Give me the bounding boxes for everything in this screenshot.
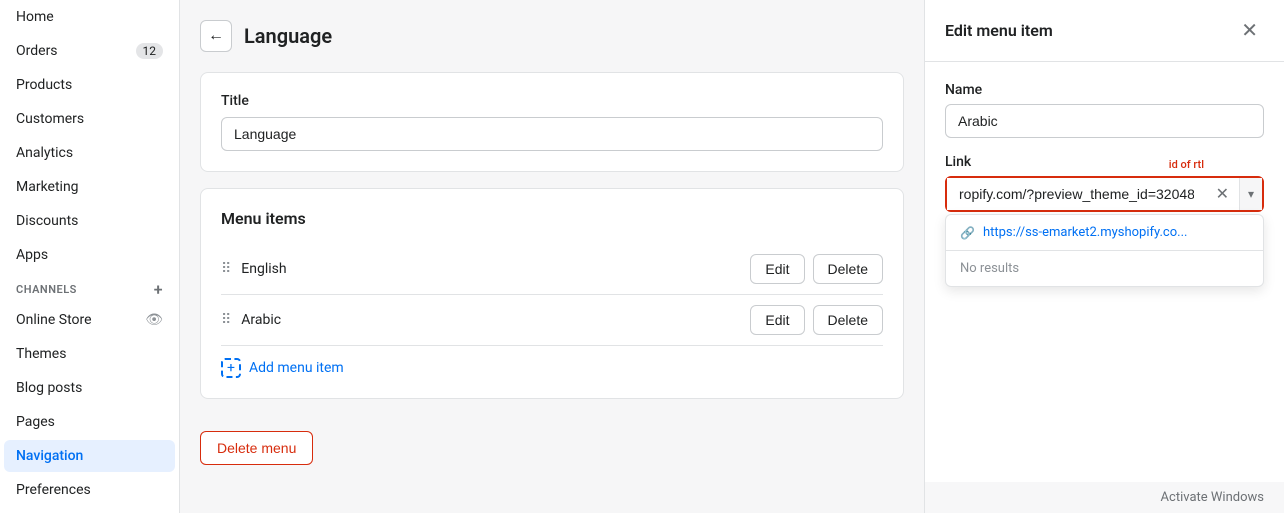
delete-arabic-button[interactable]: Delete [813, 305, 883, 335]
sidebar-item-products[interactable]: Products [4, 69, 175, 101]
edit-panel: Edit menu item ✕ Name Link id of rtl ✕ ▾… [924, 0, 1284, 513]
sidebar-item-pages[interactable]: Pages [4, 406, 175, 438]
edit-panel-body: Name Link id of rtl ✕ ▾ 🔗 https://ss-ema… [925, 62, 1284, 248]
menu-items-heading: Menu items [221, 209, 883, 228]
link-input-wrapper: ✕ ▾ [945, 176, 1264, 212]
sidebar-item-label: Blog posts [16, 380, 82, 396]
link-dropdown-arrow[interactable]: ▾ [1239, 178, 1262, 210]
sidebar-item-label: Discounts [16, 213, 78, 229]
edit-panel-header: Edit menu item ✕ [925, 0, 1284, 62]
sidebar-item-home[interactable]: Home [4, 1, 175, 33]
page-title: Language [244, 24, 332, 48]
menu-items-card: Menu items ⠿ English Edit Delete ⠿ Arabi… [200, 188, 904, 399]
sidebar-item-marketing[interactable]: Marketing [4, 171, 175, 203]
dropdown-url: https://ss-emarket2.myshopify.co... [983, 225, 1187, 240]
sidebar-item-label: Navigation [16, 448, 83, 464]
sidebar-item-orders[interactable]: Orders 12 [4, 35, 175, 67]
back-button[interactable]: ← [200, 20, 232, 52]
name-label: Name [945, 82, 1264, 98]
add-menu-item-label: Add menu item [249, 360, 344, 376]
sidebar-item-label: Preferences [16, 482, 91, 498]
sidebar-item-label: Analytics [16, 145, 73, 161]
link-input[interactable] [947, 178, 1206, 210]
external-link-icon: 🔗 [960, 226, 975, 240]
drag-handle-icon[interactable]: ⠿ [221, 312, 231, 328]
name-field-group: Name [945, 82, 1264, 138]
title-card: Title [200, 72, 904, 172]
title-card-label: Title [221, 93, 883, 109]
link-field-group: Link id of rtl ✕ ▾ 🔗 https://ss-emarket2… [945, 154, 1264, 212]
sidebar-item-label: Home [16, 9, 54, 25]
delete-menu-button[interactable]: Delete menu [200, 431, 313, 465]
sidebar: Home Orders 12 Products Customers Analyt… [0, 0, 180, 513]
activate-windows-bar: Activate Windows [925, 482, 1284, 513]
sidebar-item-online-store[interactable]: Online Store 👁 [4, 304, 175, 336]
add-channel-icon[interactable]: + [154, 280, 163, 299]
sidebar-item-blog-posts[interactable]: Blog posts [4, 372, 175, 404]
menu-item-arabic-actions: Edit Delete [750, 305, 883, 335]
sidebar-item-label: Products [16, 77, 72, 93]
sidebar-item-label: Orders [16, 43, 58, 59]
link-clear-button[interactable]: ✕ [1206, 178, 1239, 210]
activate-windows-text: Activate Windows [1161, 490, 1264, 505]
name-input[interactable] [945, 104, 1264, 138]
no-results-text: No results [946, 251, 1263, 286]
menu-item-english: ⠿ English [221, 261, 287, 277]
sidebar-item-themes[interactable]: Themes [4, 338, 175, 370]
link-dropdown: 🔗 https://ss-emarket2.myshopify.co... No… [945, 214, 1264, 287]
link-container: id of rtl ✕ ▾ 🔗 https://ss-emarket2.mysh… [945, 176, 1264, 212]
sidebar-item-label: Themes [16, 346, 66, 362]
menu-item-arabic: ⠿ Arabic [221, 312, 281, 328]
link-dropdown-item[interactable]: 🔗 https://ss-emarket2.myshopify.co... [946, 215, 1263, 251]
sidebar-item-preferences[interactable]: Preferences [4, 474, 175, 506]
add-menu-item-icon: + [221, 358, 241, 378]
sidebar-item-label: Marketing [16, 179, 79, 195]
page-header: ← Language [200, 20, 904, 52]
main-content: ← Language Title Menu items ⠿ English Ed… [180, 0, 924, 513]
id-of-rtl-label: id of rtl [1169, 158, 1204, 171]
sidebar-item-label: Pages [16, 414, 55, 430]
back-arrow-icon: ← [208, 27, 224, 45]
sidebar-item-label: Customers [16, 111, 84, 127]
close-edit-panel-button[interactable]: ✕ [1235, 16, 1264, 45]
link-label: Link [945, 154, 1264, 170]
sidebar-item-discounts[interactable]: Discounts [4, 205, 175, 237]
menu-item-name: Arabic [241, 312, 281, 328]
add-menu-item-button[interactable]: + Add menu item [221, 346, 883, 378]
online-store-label: Online Store [16, 312, 92, 328]
delete-english-button[interactable]: Delete [813, 254, 883, 284]
edit-english-button[interactable]: Edit [750, 254, 804, 284]
sidebar-item-analytics[interactable]: Analytics [4, 137, 175, 169]
drag-handle-icon[interactable]: ⠿ [221, 261, 231, 277]
title-input[interactable] [221, 117, 883, 151]
channels-header: CHANNELS + [0, 272, 179, 303]
sidebar-item-apps[interactable]: Apps [4, 239, 175, 271]
edit-arabic-button[interactable]: Edit [750, 305, 804, 335]
eye-icon: 👁 [145, 312, 163, 328]
sidebar-item-navigation[interactable]: Navigation [4, 440, 175, 472]
table-row: ⠿ English Edit Delete [221, 244, 883, 295]
menu-item-english-actions: Edit Delete [750, 254, 883, 284]
menu-item-name: English [241, 261, 286, 277]
orders-badge: 12 [136, 43, 164, 59]
edit-panel-title: Edit menu item [945, 21, 1053, 40]
sidebar-item-label: Apps [16, 247, 48, 263]
table-row: ⠿ Arabic Edit Delete [221, 295, 883, 346]
sidebar-item-customers[interactable]: Customers [4, 103, 175, 135]
